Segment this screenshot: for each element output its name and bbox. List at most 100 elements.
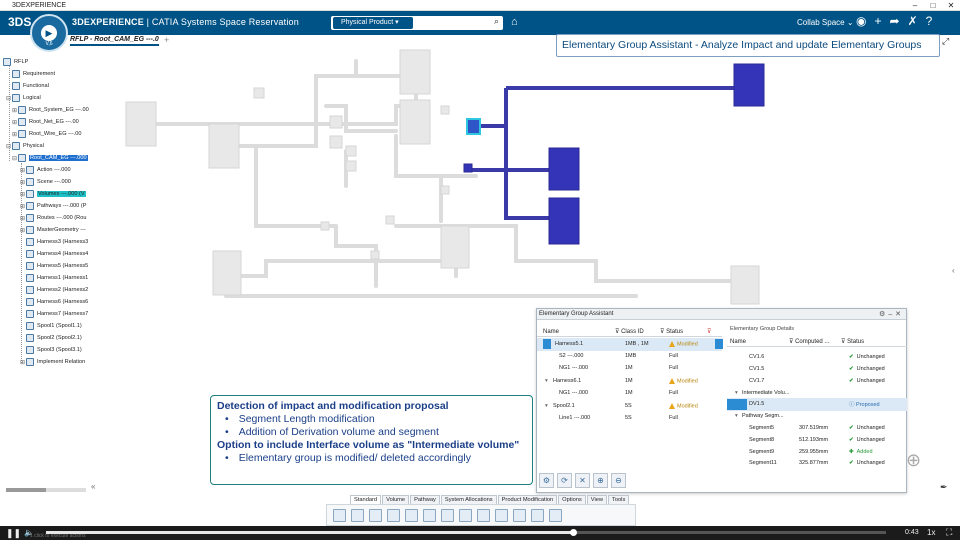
tree-node-spool[interactable]: Spool2 (Spool2.1) <box>26 334 82 342</box>
table-row[interactable]: NG1 ---.000 1M Full <box>537 387 722 400</box>
collab-space-selector[interactable]: Collab Space ⌄ <box>797 18 854 27</box>
delete-icon[interactable]: ✕ <box>575 473 590 488</box>
close-icon[interactable]: ✕ <box>942 0 960 11</box>
tree-scrollbar[interactable] <box>6 488 86 492</box>
tree-node-implement-relation[interactable]: ⊞ Implement Relation <box>20 358 85 366</box>
gears-icon[interactable] <box>531 508 544 522</box>
detail-row[interactable]: CV1.6 ✔ Unchanged <box>727 351 907 364</box>
chart-icon[interactable] <box>495 508 508 522</box>
tree-node-harness[interactable]: Harness5 (Harness5 <box>26 262 88 270</box>
detail-row[interactable]: CV1.5 ✔ Unchanged <box>727 363 907 376</box>
row-name: Harness5.1 <box>555 341 584 348</box>
tree-node-harness[interactable]: Harness3 (Harness3 <box>26 238 88 246</box>
tree-node-functional[interactable]: Functional <box>12 82 49 90</box>
play-icon[interactable]: ▶ <box>41 25 57 41</box>
assistant-icon[interactable] <box>459 508 472 522</box>
detail-row[interactable]: ▾ Pathway Segm... <box>727 410 907 423</box>
tree-node-harness[interactable]: Harness4 (Harness4 <box>26 250 88 258</box>
network-icon[interactable] <box>513 508 526 522</box>
tree-node-logical[interactable]: ⊟ Logical <box>6 94 41 102</box>
tab-standard[interactable]: Standard <box>350 495 382 504</box>
table-row[interactable]: NG1 ---.000 1M Full <box>537 362 722 375</box>
tree-node-root-system[interactable]: ⊞ Root_System_EG ---.00 <box>12 106 89 114</box>
tree-node-root-cam[interactable]: ⊟ Root_CAM_EG ---.000 <box>12 154 88 162</box>
tree-node-action[interactable]: ⊞ Action ---.000 <box>20 166 71 174</box>
tab-rflp[interactable]: RFLP - Root_CAM_EG ---.0 <box>70 36 159 46</box>
table-row[interactable]: ▾ Harness6.1 1M Modified <box>537 375 722 388</box>
tree-node-root-net[interactable]: ⊞ Root_Net_EG ---.00 <box>12 118 79 126</box>
viewpoint-compass-icon[interactable]: ⊕ <box>906 450 932 472</box>
tree-node-pathways[interactable]: ⊞ Pathways ---.000 (P <box>20 202 86 210</box>
search-box[interactable]: Physical Product ▾ ⌕ <box>331 16 503 30</box>
tree-node-harness[interactable]: Harness7 (Harness7 <box>26 310 88 318</box>
pause-icon[interactable]: ❚❚ <box>6 528 21 539</box>
zoom-icon[interactable] <box>405 508 418 522</box>
pen-icon[interactable]: ✒ <box>940 482 948 493</box>
settings-gear-icon[interactable] <box>441 508 454 522</box>
tab-tools[interactable]: Tools <box>608 495 630 504</box>
tree-node-spool[interactable]: Spool1 (Spool1.1) <box>26 322 82 330</box>
collapse-tree-icon[interactable]: « <box>91 482 95 491</box>
book-icon[interactable] <box>423 508 436 522</box>
progress-handle[interactable] <box>570 529 577 536</box>
undo-icon[interactable] <box>387 508 400 522</box>
table-row[interactable]: Harness5.1 1MB , 1M Modified <box>537 338 723 351</box>
tree-node-volumes[interactable]: ⊞ Volumes ---.000 (V <box>20 190 86 198</box>
table-row[interactable]: Line1 ---.000 5S Full <box>537 412 722 425</box>
check-icon[interactable] <box>477 508 490 522</box>
tree-node-harness[interactable]: Harness6 (Harness6 <box>26 298 88 306</box>
share-icon[interactable]: ➦ <box>890 14 900 28</box>
tree-node-mastergeometry[interactable]: ⊞ MasterGeometry --- <box>20 226 86 234</box>
settings-icon[interactable]: ⚙ <box>879 311 888 318</box>
detail-row[interactable]: CV1.7 ✔ Unchanged <box>727 375 907 388</box>
update-icon[interactable]: ⟳ <box>557 473 572 488</box>
new-tab-icon[interactable]: + <box>164 35 169 45</box>
tree-node-routes[interactable]: ⊞ Routes ---.000 (Rou <box>20 214 86 222</box>
exclude-icon[interactable]: ⊖ <box>611 473 626 488</box>
side-panel-chevron-icon[interactable]: ‹ <box>952 266 955 275</box>
tree-node-harness[interactable]: Harness1 (Harness1 <box>26 274 88 282</box>
tab-options[interactable]: Options <box>558 495 586 504</box>
detail-row[interactable]: Segment11 325.877mm ✔ Unchanged <box>727 457 907 470</box>
callout-heading: Detection of impact and modification pro… <box>217 400 449 412</box>
add-icon[interactable]: + <box>874 14 881 28</box>
include-icon[interactable]: ⊕ <box>593 473 608 488</box>
tag-icon[interactable]: ⌂ <box>511 16 518 28</box>
table-row[interactable]: S2 ---.000 1MB Full <box>537 350 722 363</box>
paste-icon[interactable] <box>369 508 382 522</box>
tree-node-root-wire[interactable]: ⊞ Root_Wire_EG ---.00 <box>12 130 82 138</box>
tree-node-harness[interactable]: Harness2 (Harness2 <box>26 286 88 294</box>
detail-row[interactable]: Segment5 307.519mm ✔ Unchanged <box>727 422 907 435</box>
tree-node-scene[interactable]: ⊞ Scene ---.000 <box>20 178 71 186</box>
help-icon[interactable]: ? <box>926 14 933 28</box>
user-icon[interactable]: ◉ <box>856 14 866 28</box>
search-scope-dropdown[interactable]: Physical Product ▾ <box>333 17 413 29</box>
tools-icon[interactable]: ✗ <box>908 14 918 28</box>
minimize-icon[interactable]: – <box>906 0 924 11</box>
progress-bar[interactable] <box>46 529 886 536</box>
tab-system-allocations[interactable]: System Allocations <box>440 495 497 504</box>
tree-node-requirement[interactable]: Requirement <box>12 70 55 78</box>
active-tool-icon[interactable] <box>549 508 562 522</box>
speed-button[interactable]: 1x <box>927 528 935 537</box>
tab-pathway[interactable]: Pathway <box>410 495 440 504</box>
tab-volume[interactable]: Volume <box>382 495 410 504</box>
fullscreen-icon[interactable]: ⛶ <box>946 527 952 538</box>
compass-widget[interactable]: ▶ V,6 <box>30 14 68 52</box>
close-panel-icon[interactable]: ✕ <box>895 311 904 318</box>
analyze-icon[interactable]: ⚙ <box>539 473 554 488</box>
detail-row-selected[interactable]: DV1.5 ⓘ Proposed <box>727 398 907 411</box>
row-status: Full <box>669 365 678 372</box>
filter-icon[interactable]: ⊽ <box>707 328 711 335</box>
detail-row[interactable]: Segment8 512.193mm ✔ Unchanged <box>727 434 907 447</box>
tree-node-spool[interactable]: Spool3 (Spool3.1) <box>26 346 82 354</box>
tab-product-modification[interactable]: Product Modification <box>497 495 558 504</box>
tree-node-physical[interactable]: ⊟ Physical <box>6 142 44 150</box>
search-icon[interactable]: ⌕ <box>494 16 499 27</box>
tab-view[interactable]: View <box>586 495 608 504</box>
copy-icon[interactable] <box>351 508 364 522</box>
maximize-icon[interactable]: □ <box>924 0 942 11</box>
cut-icon[interactable] <box>333 508 346 522</box>
tree-node-rflp[interactable]: RFLP <box>3 58 28 66</box>
table-row[interactable]: ▾ Spool2.1 5S Modified <box>537 400 722 413</box>
